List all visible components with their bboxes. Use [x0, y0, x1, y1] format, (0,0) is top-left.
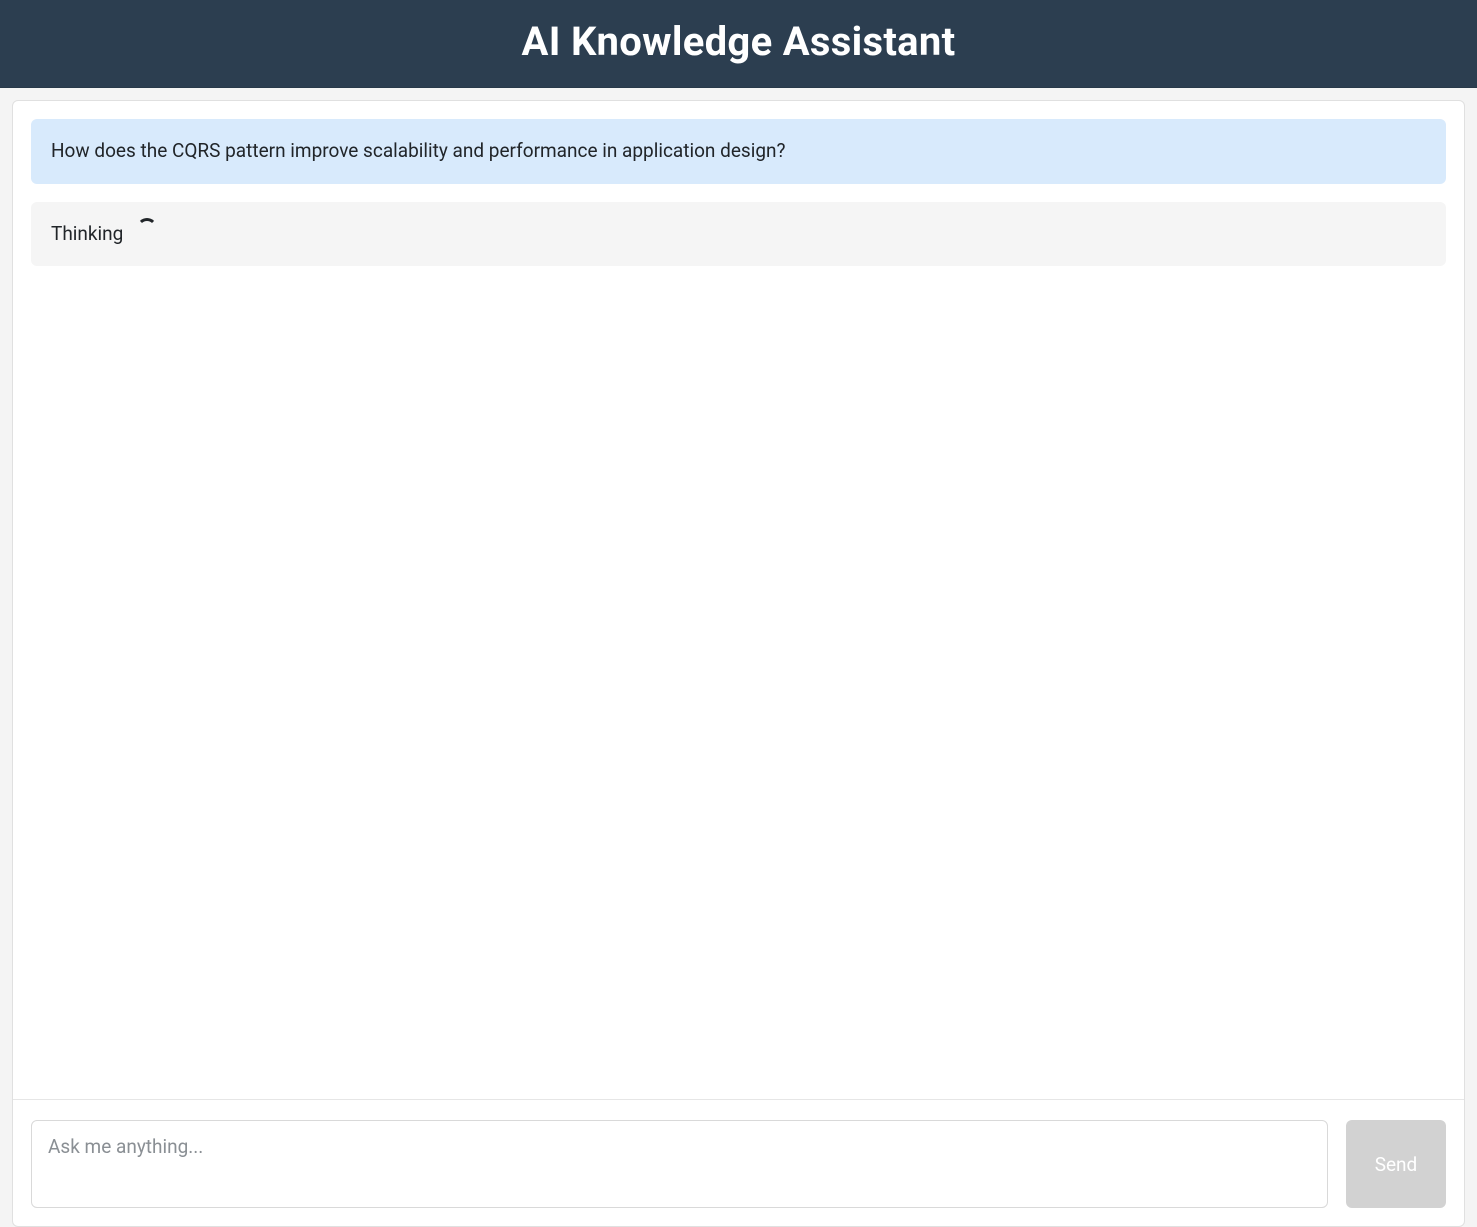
assistant-message-text: Thinking — [51, 220, 123, 249]
assistant-message: Thinking — [31, 202, 1446, 267]
send-button[interactable]: Send — [1346, 1120, 1446, 1208]
chat-panel: How does the CQRS pattern improve scalab… — [12, 100, 1465, 1227]
user-message: How does the CQRS pattern improve scalab… — [31, 119, 1446, 184]
message-list: How does the CQRS pattern improve scalab… — [13, 101, 1464, 1099]
loading-spinner-icon — [137, 218, 157, 238]
composer: Send — [13, 1099, 1464, 1226]
user-message-text: How does the CQRS pattern improve scalab… — [51, 139, 786, 162]
app-title: AI Knowledge Assistant — [0, 18, 1477, 65]
app-header: AI Knowledge Assistant — [0, 0, 1477, 88]
message-input[interactable] — [31, 1120, 1328, 1208]
